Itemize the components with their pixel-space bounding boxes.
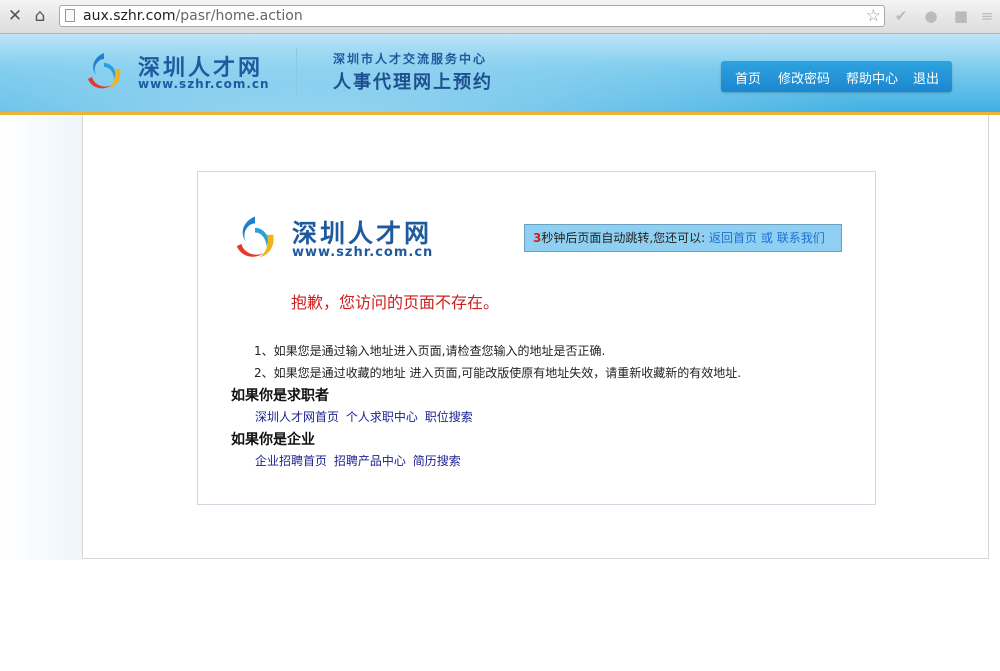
header-divider: [296, 48, 297, 96]
extension-icon[interactable]: ■: [951, 6, 971, 26]
contact-us-link[interactable]: 联系我们: [777, 231, 825, 245]
logo-url: www.szhr.com.cn: [138, 77, 270, 91]
nav-help-center-link[interactable]: 帮助中心: [846, 68, 898, 87]
nav-home-link[interactable]: 首页: [735, 68, 761, 87]
or-text: 或: [760, 231, 773, 245]
checkmark-icon[interactable]: ✔: [891, 6, 911, 26]
error-title: 抱歉，您访问的页面不存在。: [291, 293, 500, 312]
service-title: 人事代理网上预约: [333, 72, 493, 93]
top-nav: 首页 修改密码 帮助中心 退出: [721, 61, 952, 92]
company-links: 企业招聘首页 招聘产品中心 简历搜索: [255, 452, 464, 469]
menu-icon[interactable]: ≡: [977, 6, 997, 26]
home-icon[interactable]: ⌂: [29, 5, 51, 27]
redirect-text: 秒钟后页面自动跳转,您还可以:: [541, 231, 706, 245]
content-logo-url: www.szhr.com.cn: [292, 245, 434, 260]
szhr-logo-icon: [88, 53, 121, 89]
close-icon[interactable]: ✕: [4, 5, 26, 27]
recruit-product-center-link[interactable]: 招聘产品中心: [334, 454, 406, 468]
job-search-link[interactable]: 职位搜索: [425, 410, 473, 424]
star-icon[interactable]: ☆: [866, 6, 881, 26]
redirect-notice: 3秒钟后页面自动跳转,您还可以: 返回首页 或 联系我们: [524, 224, 842, 252]
address-bar[interactable]: aux.szhr.com/pasr/home.action ☆: [59, 5, 885, 27]
page-icon: [65, 9, 75, 22]
company-recruit-home-link[interactable]: 企业招聘首页: [255, 454, 327, 468]
szhr-home-link[interactable]: 深圳人才网首页: [255, 410, 339, 424]
tip-1: 1、如果您是通过输入地址进入页面,请检查您输入的地址是否正确.: [254, 344, 606, 358]
company-heading: 如果你是企业: [231, 432, 315, 448]
url-text[interactable]: aux.szhr.com/pasr/home.action: [83, 8, 303, 24]
center-name: 深圳市人才交流服务中心: [333, 52, 488, 66]
personal-job-center-link[interactable]: 个人求职中心: [346, 410, 418, 424]
browser-toolbar: ✕ ⌂ aux.szhr.com/pasr/home.action ☆ ✔ ● …: [0, 0, 1000, 34]
jobseeker-heading: 如果你是求职者: [231, 388, 329, 404]
nav-logout-link[interactable]: 退出: [913, 68, 939, 87]
tip-2: 2、如果您是通过收藏的地址 进入页面,可能改版使原有地址失效，请重新收藏新的有效…: [254, 366, 742, 380]
jobseeker-links: 深圳人才网首页 个人求职中心 职位搜索: [255, 408, 476, 425]
left-gutter: [0, 115, 83, 560]
nav-change-password-link[interactable]: 修改密码: [778, 68, 830, 87]
szhr-logo-icon: [236, 216, 274, 258]
extension-icon[interactable]: ●: [921, 6, 941, 26]
back-home-link[interactable]: 返回首页: [709, 231, 757, 245]
resume-search-link[interactable]: 简历搜索: [413, 454, 461, 468]
